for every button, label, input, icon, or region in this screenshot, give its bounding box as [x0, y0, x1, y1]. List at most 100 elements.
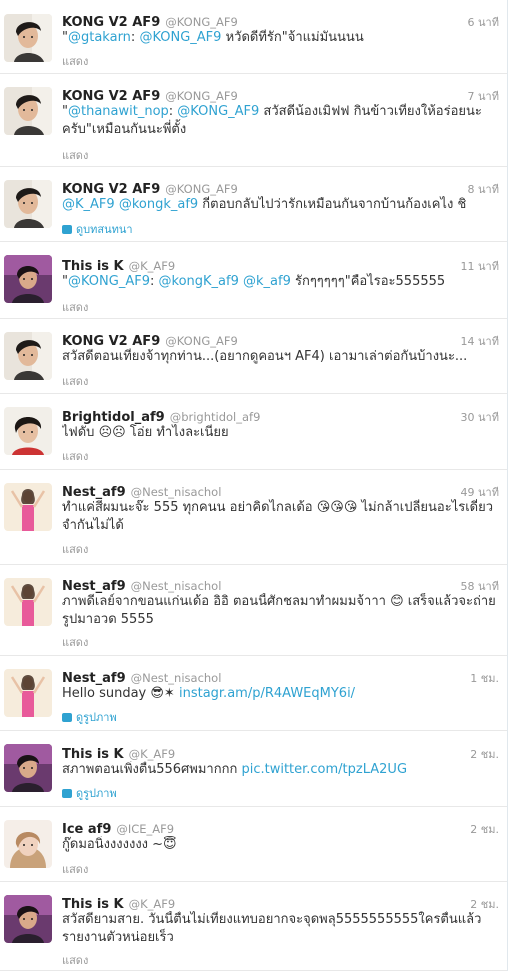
tweet-link[interactable]: @thanawit_nop [68, 104, 169, 119]
tweet-text: ทำแค่สีผมนะจ๊ะ 555 ทุกคนน อย่าคิดไกลเด้อ… [62, 499, 499, 535]
tweet-link[interactable]: @kongk_af9 [119, 197, 198, 212]
author-handle[interactable]: @KONG_AF9 [165, 182, 238, 196]
author-name[interactable]: Nest_af9 [62, 579, 126, 594]
author-name[interactable]: KONG V2 AF9 [62, 182, 160, 197]
author-name[interactable]: Ice af9 [62, 822, 111, 837]
tweet-item[interactable]: KONG V2 AF9 @KONG_AF9 6 นาที "@gtakarn: @KO… [0, 0, 507, 74]
author-name[interactable]: Nest_af9 [62, 671, 126, 686]
tweet-item[interactable]: Nest_af9 @Nest_nisachol 58 นาที ภาพดีเลย์จา… [0, 565, 507, 656]
author-handle[interactable]: @KONG_AF9 [165, 15, 238, 29]
tweet-header: KONG V2 AF9 @KONG_AF9 14 นาที [62, 330, 499, 349]
tweet-text-segment: : [149, 274, 159, 289]
avatar[interactable] [4, 895, 52, 943]
photo-icon [62, 712, 72, 722]
tweet-text-segment: ภาพดีเลย์จากขอนแก่นเด้อ อิอิ ตอนนี้ศักชล… [62, 594, 496, 627]
tweet-item[interactable]: This is K @K_AF9 2 ชม. สภาพตอนเพิ่งตื่น556ศ… [0, 731, 507, 807]
tweet-link[interactable]: pic.twitter.com/tpzLA2UG [241, 762, 407, 777]
tweet-text: "@gtakarn: @KONG_AF9 หวัดดีที่รัก"จ้าแม่… [62, 29, 499, 47]
author-name[interactable]: KONG V2 AF9 [62, 89, 160, 104]
tweet-header: KONG V2 AF9 @KONG_AF9 7 นาที [62, 85, 499, 104]
tweet-link[interactable]: instagr.am/p/R4AWEqMY6i/ [179, 686, 355, 701]
tweet-item[interactable]: KONG V2 AF9 @KONG_AF9 14 นาที สวัสดีตอนเที่… [0, 319, 507, 394]
author-handle[interactable]: @Nest_nisachol [131, 671, 222, 685]
tweet-item[interactable]: Nest_af9 @Nest_nisachol 1 ชม. Hello sunday … [0, 656, 507, 731]
tweet-link[interactable]: @kongK_af9 [159, 274, 239, 289]
tweet-text-segment: ทำแค่สีผมนะจ๊ะ 555 ทุกคนน อย่าคิดไกลเด้อ… [62, 500, 494, 533]
expand-link[interactable]: แสดง [62, 372, 88, 390]
tweet-link[interactable]: @gtakarn [68, 30, 131, 45]
author-handle[interactable]: @ICE_AF9 [116, 822, 174, 836]
tweet-link[interactable]: @KONG_AF9 [139, 30, 221, 45]
avatar[interactable] [4, 578, 52, 626]
tweet-text-segment: หวัดดีที่รัก"จ้าแม่มันนนน [221, 30, 364, 45]
tweet-header: This is K @K_AF9 2 ชม. [62, 743, 499, 762]
tweet-text-segment: สวัสดีตอนเที่ยงจ้าทุกท่าน...(อยากดูคอนฯ … [62, 349, 468, 364]
author-name[interactable]: This is K [62, 747, 124, 762]
tweet-link[interactable]: @KONG_AF9 [177, 104, 259, 119]
expand-link[interactable]: แสดง [62, 540, 88, 558]
action-label: ดูบทสนทนา [76, 223, 133, 236]
author-name[interactable]: This is K [62, 259, 124, 274]
avatar[interactable] [4, 483, 52, 531]
author-name[interactable]: Nest_af9 [62, 485, 126, 500]
tweet-text-segment: ไฟดับ ☹☹ โอ่ย ทำไงละเนี่ยย [62, 425, 229, 440]
avatar[interactable] [4, 87, 52, 135]
author-handle[interactable]: @Nest_nisachol [131, 485, 222, 499]
tweet-text-segment: กู๊ดมอนิ่งงงงงงง ~😇 [62, 837, 177, 852]
tweet-item[interactable]: Nest_af9 @Nest_nisachol 49 นาที ทำแค่สีผมนะ… [0, 470, 507, 565]
photo-icon [62, 788, 72, 798]
tweet-item[interactable]: Brightidol_af9 @brightidol_af9 30 นาที ไฟดั… [0, 394, 507, 470]
author-name[interactable]: KONG V2 AF9 [62, 334, 160, 349]
tweet-timeline: KONG V2 AF9 @KONG_AF9 6 นาที "@gtakarn: @KO… [0, 0, 508, 971]
tweet-text: กู๊ดมอนิ่งงงงงงง ~😇 [62, 836, 499, 854]
expand-link[interactable]: แสดง [62, 633, 88, 651]
tweet-text: ไฟดับ ☹☹ โอ่ย ทำไงละเนี่ยย [62, 424, 499, 442]
author-name[interactable]: This is K [62, 897, 124, 912]
avatar[interactable] [4, 180, 52, 228]
tweet-item[interactable]: Ice af9 @ICE_AF9 2 ชม. กู๊ดมอนิ่งงงงงงง ~😇 แ… [0, 807, 507, 882]
tweet-header: Nest_af9 @Nest_nisachol 1 ชม. [62, 667, 499, 686]
tweet-header: Brightidol_af9 @brightidol_af9 30 นาที [62, 406, 499, 425]
author-name[interactable]: Brightidol_af9 [62, 410, 165, 425]
view-conversation-link[interactable]: ดูบทสนทนา [62, 220, 133, 238]
tweet-header: KONG V2 AF9 @KONG_AF9 8 นาที [62, 178, 499, 197]
avatar[interactable] [4, 407, 52, 455]
tweet-header: Ice af9 @ICE_AF9 2 ชม. [62, 818, 499, 837]
tweet-text-segment: สวัสดียามสาย. วันนี้ตื่นไม่เที่ยงแทบอยาก… [62, 912, 482, 945]
avatar[interactable] [4, 669, 52, 717]
expand-link[interactable]: แสดง [62, 146, 88, 164]
expand-link[interactable]: แสดง [62, 52, 88, 70]
tweet-item[interactable]: This is K @K_AF9 11 นาที "@KONG_AF9: @kongK… [0, 242, 507, 319]
view-photo-link[interactable]: ดูรูปภาพ [62, 784, 117, 802]
avatar[interactable] [4, 820, 52, 868]
avatar[interactable] [4, 744, 52, 792]
tweet-header: Nest_af9 @Nest_nisachol 58 นาที [62, 575, 499, 594]
tweet-link[interactable]: @KONG_AF9 [68, 274, 150, 289]
author-handle[interactable]: @KONG_AF9 [165, 334, 238, 348]
tweet-link[interactable]: @k_af9 [243, 274, 291, 289]
avatar[interactable] [4, 255, 52, 303]
avatar[interactable] [4, 14, 52, 62]
tweet-text: "@thanawit_nop: @KONG_AF9 สวัสดีน้องเมิฟ… [62, 103, 499, 139]
tweet-item[interactable]: This is K @K_AF9 2 ชม. สวัสดียามสาย. วันนี้… [0, 882, 507, 971]
expand-link[interactable]: แสดง [62, 447, 88, 465]
tweet-text: @K_AF9 @kongk_af9 กี่ตอบกลับไปว่ารักเหมื… [62, 196, 499, 214]
expand-link[interactable]: แสดง [62, 860, 88, 878]
tweet-link[interactable]: @K_AF9 [62, 197, 115, 212]
author-handle[interactable]: @brightidol_af9 [170, 410, 261, 424]
tweet-text-segment: Hello sunday 😎✶ [62, 686, 179, 701]
avatar[interactable] [4, 332, 52, 380]
author-handle[interactable]: @K_AF9 [129, 259, 176, 273]
tweet-text-segment: สภาพตอนเพิ่งตื่น556ศพมากกก [62, 762, 242, 777]
author-name[interactable]: KONG V2 AF9 [62, 15, 160, 30]
view-photo-link[interactable]: ดูรูปภาพ [62, 708, 117, 726]
action-label: ดูรูปภาพ [76, 787, 117, 800]
author-handle[interactable]: @Nest_nisachol [131, 579, 222, 593]
expand-link[interactable]: แสดง [62, 951, 88, 969]
author-handle[interactable]: @K_AF9 [129, 897, 176, 911]
tweet-item[interactable]: KONG V2 AF9 @KONG_AF9 8 นาที @K_AF9 @kongk_… [0, 167, 507, 242]
tweet-item[interactable]: KONG V2 AF9 @KONG_AF9 7 นาที "@thanawit_nop… [0, 74, 507, 167]
author-handle[interactable]: @K_AF9 [129, 747, 176, 761]
expand-link[interactable]: แสดง [62, 298, 88, 316]
author-handle[interactable]: @KONG_AF9 [165, 89, 238, 103]
